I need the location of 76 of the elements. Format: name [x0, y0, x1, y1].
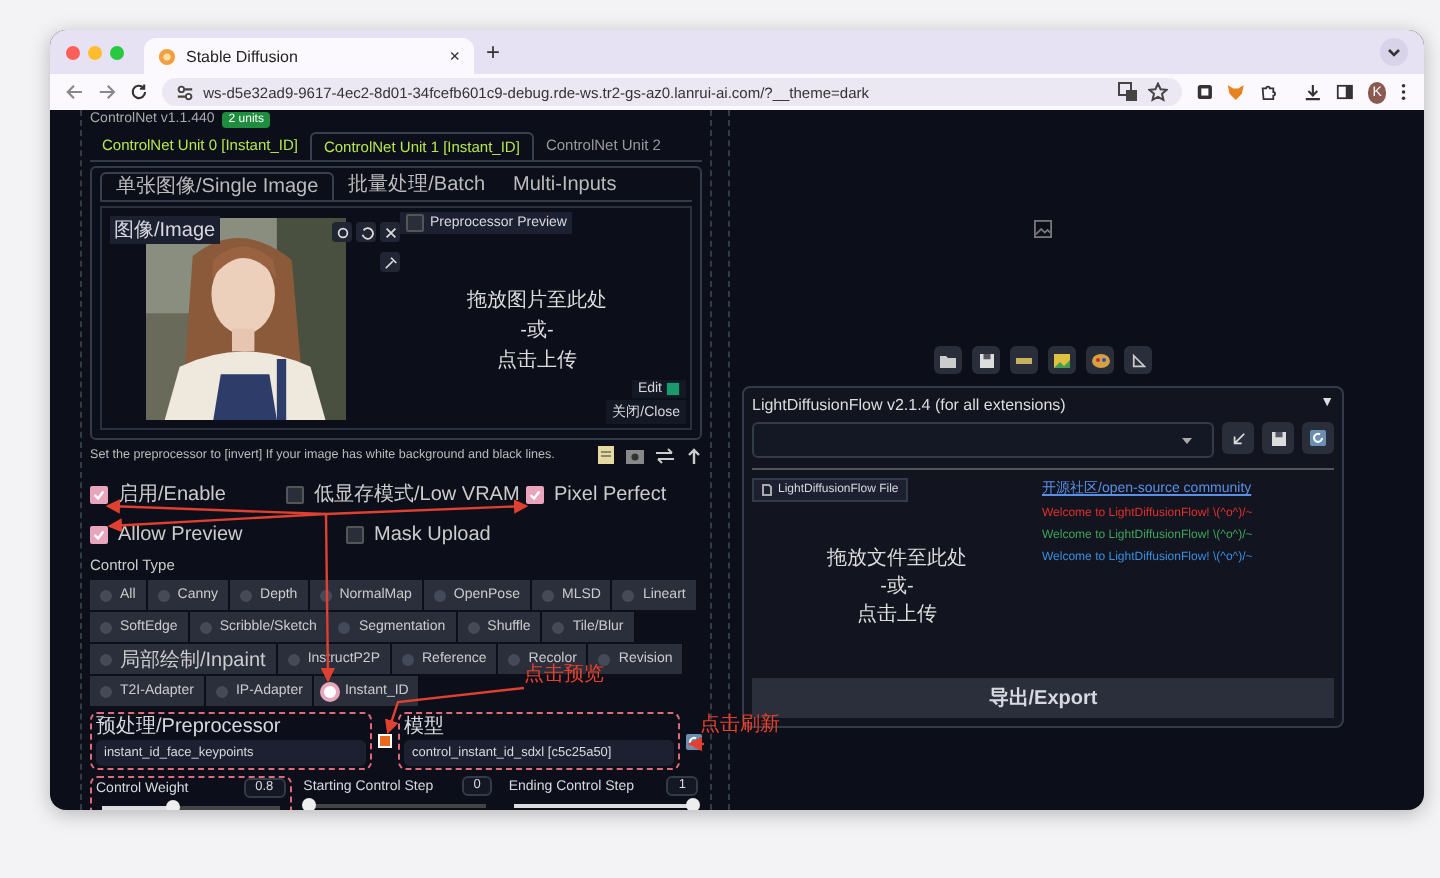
run-preview-button[interactable] [378, 734, 392, 748]
input-tab[interactable]: 单张图像/Single Image [100, 172, 335, 200]
undo-button[interactable] [356, 222, 376, 242]
triangle-ruler-button[interactable] [1124, 346, 1152, 374]
image-label: 图像/Image [110, 216, 220, 244]
panel-title: LightDiffusionFlow v2.1.4 (for all extensions) [752, 396, 1066, 414]
check-icon [528, 488, 542, 502]
fox-icon[interactable] [1226, 82, 1247, 102]
site-settings-icon [175, 83, 194, 101]
ruler-button[interactable] [1010, 346, 1038, 374]
upload-icon[interactable] [686, 446, 702, 464]
slider-thumb[interactable] [302, 798, 317, 810]
option-checkbox[interactable]: Pixel Perfect [526, 484, 667, 506]
brush-button[interactable] [380, 252, 400, 272]
option-checkbox[interactable]: Mask Upload [346, 524, 491, 546]
refresh-button[interactable] [1302, 422, 1334, 454]
new-tab-button[interactable]: + [486, 38, 501, 66]
notepad-icon[interactable] [598, 446, 614, 464]
ruler-icon [1016, 357, 1032, 363]
check-icon [92, 488, 106, 502]
eraser-button[interactable] [332, 222, 352, 242]
input-tab[interactable]: 批量处理/Batch [334, 172, 500, 200]
edit-icon [666, 382, 680, 396]
close-button[interactable] [380, 222, 400, 242]
puzzle-icon[interactable] [1260, 82, 1279, 102]
preprocessor-label: 预处理/Preprocessor [96, 716, 283, 738]
refresh-icon [1310, 430, 1326, 446]
swap-icon[interactable] [656, 447, 674, 463]
download-icon[interactable] [1304, 82, 1322, 102]
upload-hint: -或- [880, 573, 914, 600]
import-button[interactable] [1222, 422, 1254, 454]
triangle-icon [1131, 353, 1145, 367]
translate-icon[interactable] [1117, 82, 1138, 102]
landscape-icon [1054, 353, 1070, 367]
check-icon [92, 528, 106, 542]
tab-close-button[interactable]: × [449, 46, 460, 66]
upload-hint: -或- [520, 317, 554, 343]
save-icon [979, 353, 993, 367]
image-placeholder-icon [1034, 219, 1052, 237]
annotation-text: 点击刷新 [700, 714, 780, 736]
save-icon [1271, 431, 1285, 445]
landscape-button[interactable] [1048, 346, 1076, 374]
upload-hint: 拖放文件至此处 [827, 545, 967, 572]
camera-icon[interactable] [626, 447, 644, 463]
annotation-arrow [687, 736, 704, 752]
extension-icon[interactable] [1195, 82, 1213, 102]
browser-tab[interactable]: Stable Diffusion × [144, 38, 474, 74]
save-button[interactable] [972, 346, 1000, 374]
model-label: 模型 [404, 716, 446, 738]
reload-icon[interactable] [129, 82, 148, 102]
palette-icon [1091, 353, 1109, 367]
upload-hint: 点击上传 [497, 347, 577, 373]
option-checkbox[interactable]: 低显存模式/Low VRAM [286, 484, 520, 506]
caret-icon [1182, 437, 1192, 443]
control-type-radio[interactable]: 局部绘制/Inpaint [90, 644, 276, 674]
upload-hint: 拖放图片至此处 [467, 287, 607, 313]
folder-button[interactable] [934, 346, 962, 374]
upload-hint: 点击上传 [857, 601, 937, 628]
tab-search-icon[interactable] [1380, 38, 1408, 66]
file-icon [762, 484, 772, 496]
save-button[interactable] [1262, 422, 1294, 454]
star-icon[interactable] [1147, 82, 1168, 102]
arrow-icon [1231, 431, 1245, 445]
palette-button[interactable] [1086, 346, 1114, 374]
slider-thumb[interactable] [165, 800, 180, 810]
tab-title: Stable Diffusion [186, 47, 300, 65]
option-checkbox[interactable]: Allow Preview [90, 524, 243, 546]
forward-icon[interactable] [97, 82, 116, 102]
input-tab[interactable]: Multi-Inputs [499, 172, 631, 200]
option-checkbox[interactable]: 启用/Enable [90, 484, 226, 506]
slider-thumb[interactable] [685, 798, 700, 810]
menu-icon[interactable] [1400, 82, 1409, 102]
folder-icon [940, 353, 956, 367]
sidebar-icon[interactable] [1335, 82, 1354, 102]
site-icon [158, 47, 176, 65]
back-icon[interactable] [66, 82, 84, 102]
